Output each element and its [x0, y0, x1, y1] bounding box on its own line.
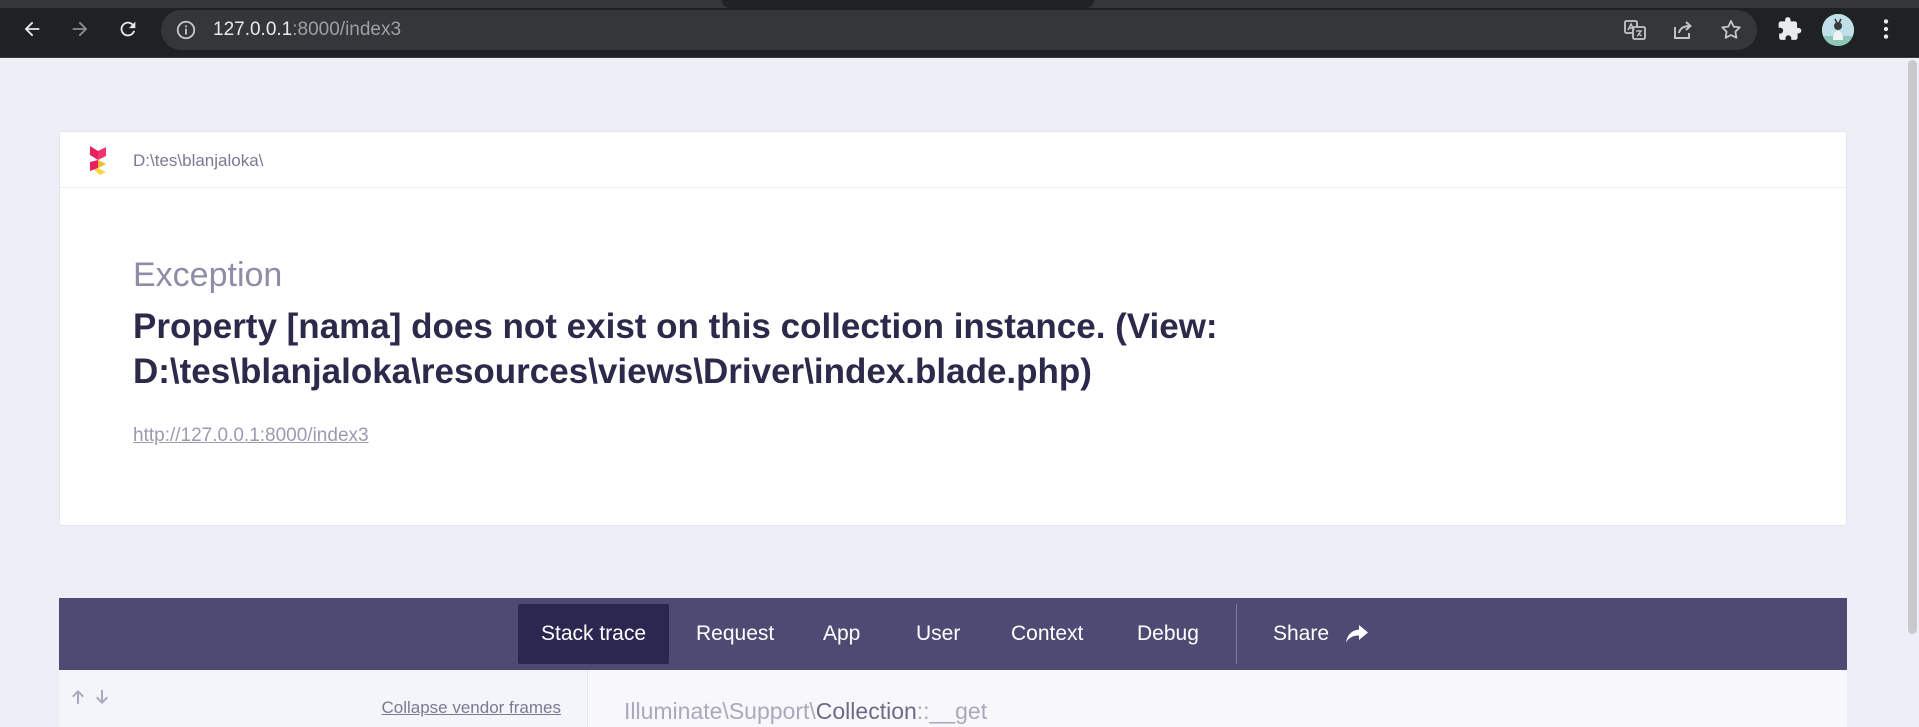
- bookmark-star-icon[interactable]: [1719, 18, 1743, 42]
- tab-stack-trace[interactable]: Stack trace: [518, 604, 670, 664]
- arrow-right-icon: [72, 21, 88, 37]
- url-text[interactable]: 127.0.0.1:8000/index3: [213, 19, 401, 41]
- ignition-logo-icon: [90, 146, 106, 175]
- url-host: 127.0.0.1: [213, 19, 293, 40]
- forward-button[interactable]: [65, 14, 95, 44]
- reload-button[interactable]: [113, 14, 143, 44]
- address-bar[interactable]: 127.0.0.1:8000/index3: [161, 10, 1757, 50]
- profile-picture-icon: [1822, 14, 1854, 46]
- scrollbar-thumb[interactable]: [1908, 60, 1917, 634]
- tab-divider: [1236, 604, 1237, 664]
- tab-bar: Stack trace Request App User Context Deb…: [59, 598, 1847, 670]
- tab-context[interactable]: Context: [988, 604, 1106, 664]
- active-tab-edge: [722, 0, 1094, 8]
- arrow-left-icon: [24, 21, 40, 37]
- back-button[interactable]: [17, 14, 47, 44]
- tab-debug[interactable]: Debug: [1114, 604, 1222, 664]
- reload-icon: [120, 21, 136, 37]
- frame-title: Illuminate\Support\Collection::__get: [624, 698, 987, 725]
- url-path: :8000/index3: [292, 19, 402, 40]
- share-page-icon[interactable]: [1671, 18, 1695, 42]
- share-label: Share: [1273, 622, 1330, 645]
- extensions-puzzle-icon[interactable]: [1777, 16, 1803, 42]
- frame-detail: Illuminate\Support\Collection::__get: [588, 670, 1847, 727]
- info-icon[interactable]: [175, 19, 197, 41]
- share-arrow-icon: [1346, 625, 1369, 643]
- arrow-down-icon[interactable]: [93, 688, 111, 706]
- browser-toolbar: 127.0.0.1:8000/index3: [0, 0, 1919, 58]
- share-button[interactable]: Share: [1250, 604, 1392, 664]
- frame-method: ::__get: [916, 698, 988, 724]
- collapse-vendor-frames-link[interactable]: Collapse vendor frames: [381, 698, 561, 718]
- exception-class: Exception: [133, 256, 283, 294]
- arrow-up-icon[interactable]: [69, 688, 87, 706]
- frame-class: Collection: [815, 698, 917, 724]
- tab-request[interactable]: Request: [673, 604, 797, 664]
- request-url-link[interactable]: http://127.0.0.1:8000/index3: [133, 425, 369, 447]
- frame-namespace: Illuminate\Support\: [624, 698, 816, 724]
- tab-app[interactable]: App: [800, 604, 883, 664]
- exception-message: Property [nama] does not exist on this c…: [133, 307, 1218, 391]
- exception-card: D:\tes\blanjaloka\ Exception Property [n…: [59, 131, 1847, 526]
- frames-sidebar: Collapse vendor frames: [59, 670, 588, 727]
- tab-user[interactable]: User: [893, 604, 983, 664]
- profile-avatar[interactable]: [1822, 14, 1854, 46]
- kebab-menu-icon[interactable]: [1873, 16, 1899, 42]
- project-path: D:\tes\blanjaloka\: [133, 151, 264, 170]
- translate-icon[interactable]: [1623, 18, 1647, 42]
- card-header: D:\tes\blanjaloka\: [60, 132, 1846, 188]
